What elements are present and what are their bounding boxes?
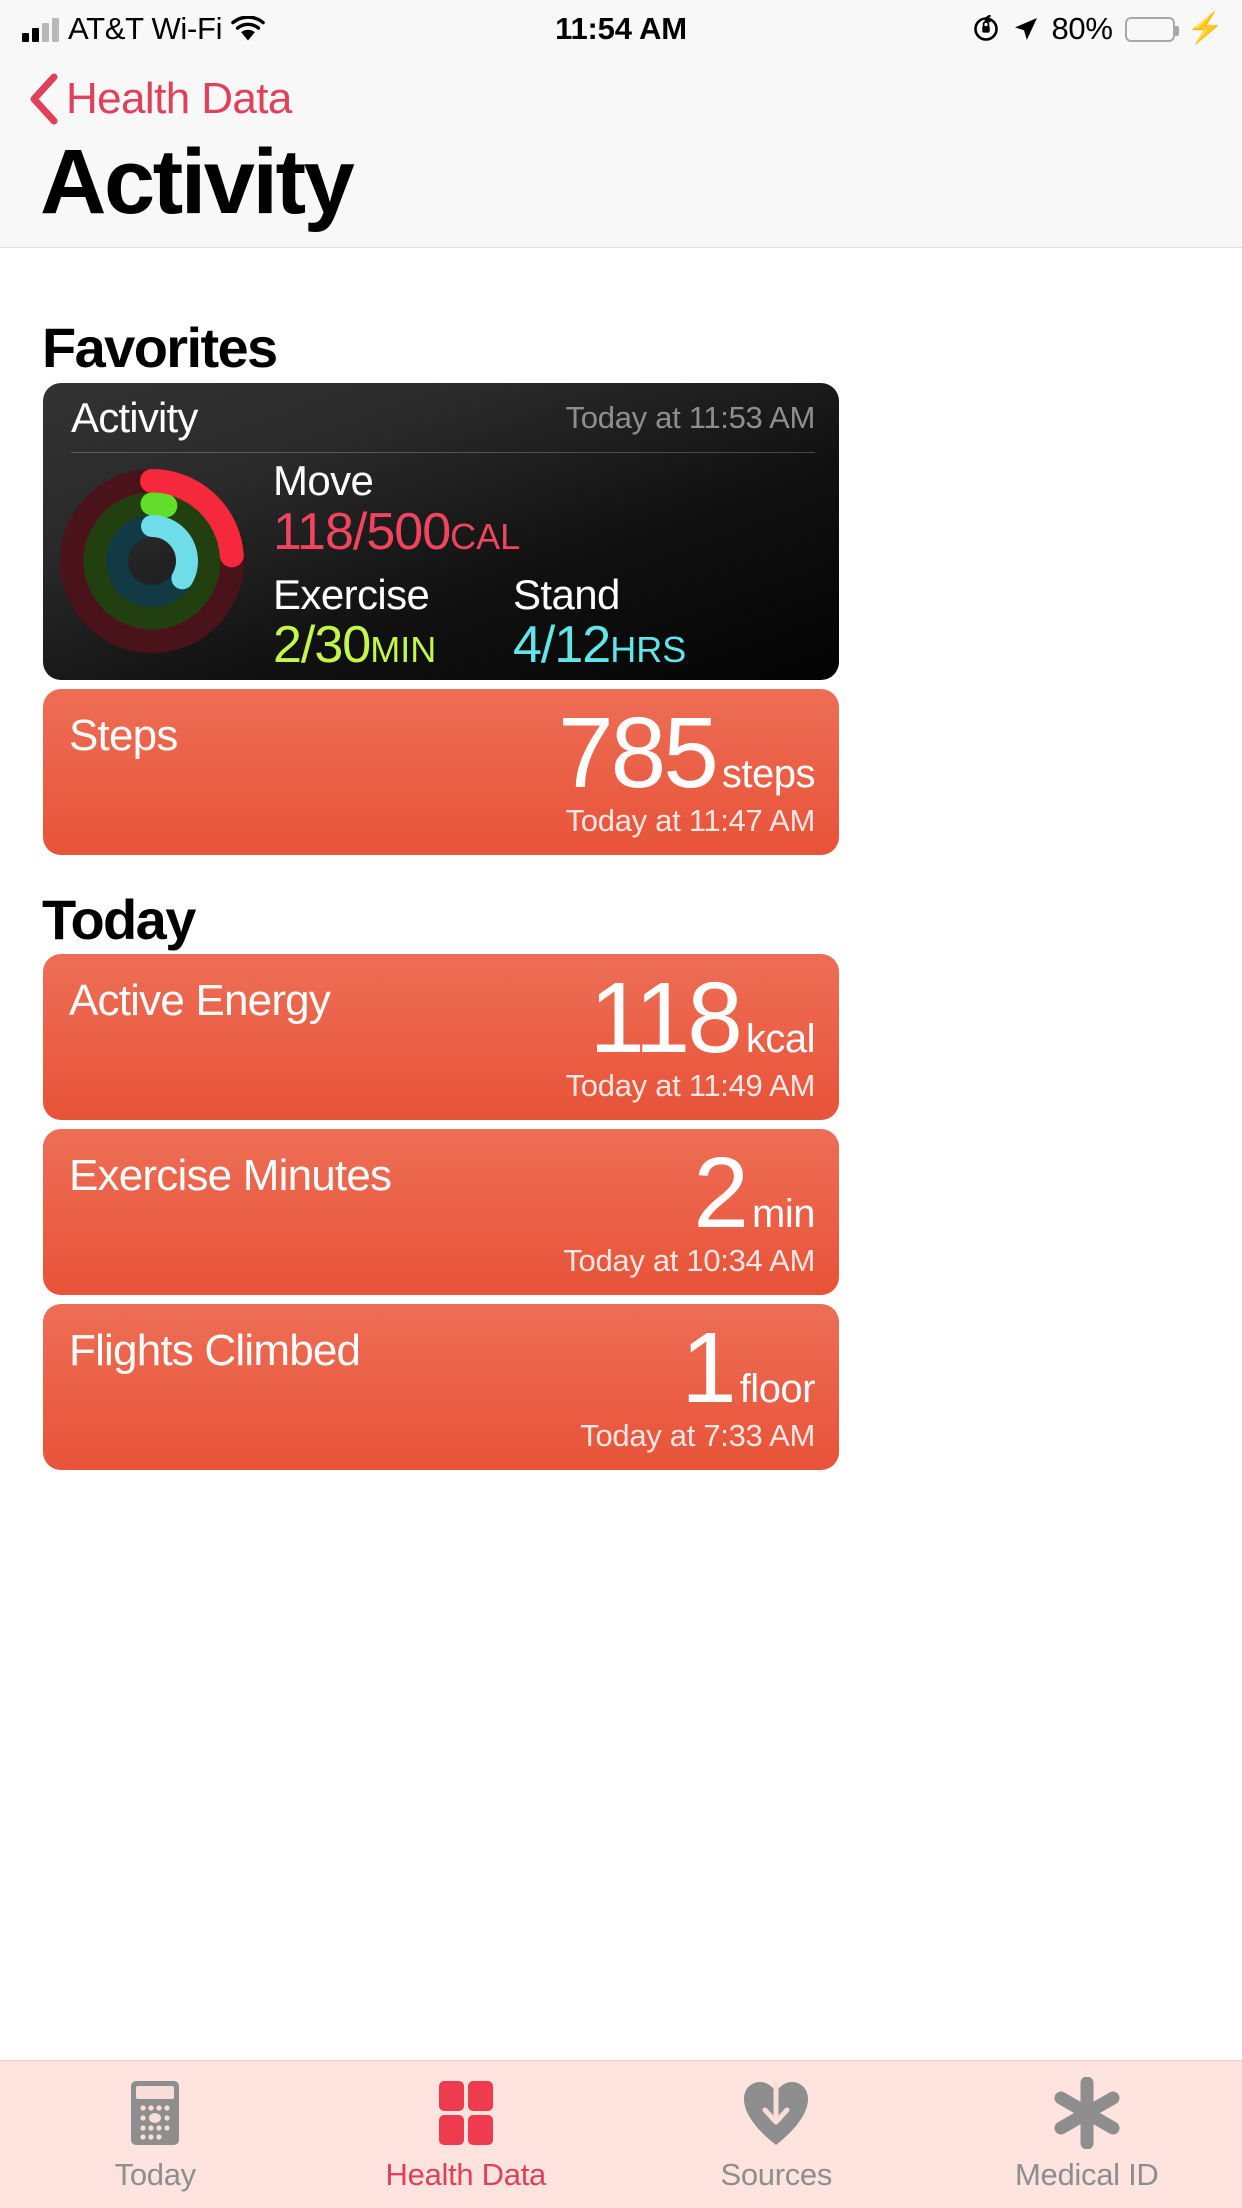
activity-card-timestamp: Today at 11:53 AM [566,400,815,436]
activity-card-title: Activity [71,394,198,442]
location-arrow-icon [1013,16,1039,42]
card-label: Exercise Minutes [69,1151,391,1201]
stand-unit: HRS [610,629,686,670]
steps-card-label: Steps [69,711,178,761]
activity-card-header: Activity Today at 11:53 AM [71,383,815,453]
tab-label: Health Data [386,2157,546,2193]
card-timestamp: Today at 7:33 AM [580,1418,815,1454]
back-button-label: Health Data [66,74,292,124]
calendar-day-icon [123,2077,187,2149]
exercise-unit: MIN [370,629,436,670]
today-section-header: Today [42,887,195,952]
steps-card-value: 785 [558,691,716,816]
exercise-number: 2/30 [273,616,370,674]
tab-bar: Today Health Data Sources [0,2060,1242,2208]
card-value-row: 2 min [693,1131,815,1256]
card-timestamp: Today at 10:34 AM [563,1243,815,1279]
page-title: Activity [40,130,352,235]
status-bar: AT&T Wi-Fi 11:54 AM 80% ⚡ [0,0,1242,58]
activity-rings-icon [52,461,252,661]
today-card-exercise-minutes[interactable]: Exercise Minutes 2 min Today at 10:34 AM [43,1129,839,1295]
favorites-section-header: Favorites [42,315,277,380]
battery-percent-label: 80% [1051,11,1112,47]
rotation-lock-icon [973,15,1001,43]
scroll-content[interactable]: Favorites Activity Today at 11:53 AM [0,249,1242,2208]
exercise-metric: Exercise 2/30MIN [273,573,513,675]
exercise-value: 2/30MIN [273,617,513,674]
steps-card-value-row: 785 steps [558,691,815,816]
activity-summary-card[interactable]: Activity Today at 11:53 AM [43,383,839,680]
lightning-bolt-icon: ⚡ [1187,14,1224,44]
exercise-stand-row: Exercise 2/30MIN Stand 4/12HRS [273,573,839,675]
tab-sources[interactable]: Sources [621,2061,932,2208]
medical-asterisk-icon [1051,2077,1123,2149]
tab-health-data[interactable]: Health Data [311,2061,622,2208]
card-value: 118 [589,956,739,1081]
tab-label: Sources [720,2157,832,2193]
card-label: Active Energy [69,976,330,1026]
activity-metrics: Move 118/500CAL Exercise 2/30MIN Stand 4… [273,459,839,674]
today-card-flights-climbed[interactable]: Flights Climbed 1 floor Today at 7:33 AM [43,1304,839,1470]
card-unit: kcal [746,1017,815,1062]
back-button[interactable]: Health Data [26,72,292,126]
navigation-bar: Health Data Activity [0,58,1242,248]
stand-metric: Stand 4/12HRS [513,573,686,675]
stand-label: Stand [513,573,686,618]
stand-number: 4/12 [513,616,610,674]
move-label: Move [273,459,839,504]
card-label: Flights Climbed [69,1326,360,1376]
card-timestamp: Today at 11:49 AM [566,1068,815,1104]
stand-value: 4/12HRS [513,617,686,674]
card-unit: min [752,1192,815,1237]
card-value-row: 118 kcal [589,956,815,1081]
tab-label: Today [115,2157,196,2193]
steps-card-timestamp: Today at 11:47 AM [566,803,815,839]
health-squares-icon [431,2077,501,2149]
tab-label: Medical ID [1015,2157,1158,2193]
card-value-row: 1 floor [681,1306,815,1431]
exercise-label: Exercise [273,573,513,618]
card-value: 1 [681,1306,734,1431]
iphone-screen: AT&T Wi-Fi 11:54 AM 80% ⚡ Health Data Ac [0,0,1242,2208]
tab-medical-id[interactable]: Medical ID [932,2061,1242,2208]
chevron-left-icon [26,72,60,126]
steps-card[interactable]: Steps 785 steps Today at 11:47 AM [43,689,839,855]
card-value: 2 [693,1131,746,1256]
tab-today[interactable]: Today [0,2061,311,2208]
move-number: 118/500 [273,503,450,561]
heart-download-icon [740,2077,812,2149]
card-unit: floor [740,1367,815,1412]
move-unit: CAL [450,516,520,557]
battery-icon [1125,17,1175,42]
move-value: 118/500CAL [273,504,839,561]
today-card-active-energy[interactable]: Active Energy 118 kcal Today at 11:49 AM [43,954,839,1120]
status-bar-right: 80% ⚡ [973,11,1224,47]
move-metric: Move 118/500CAL [273,459,839,561]
steps-card-unit: steps [722,752,815,797]
